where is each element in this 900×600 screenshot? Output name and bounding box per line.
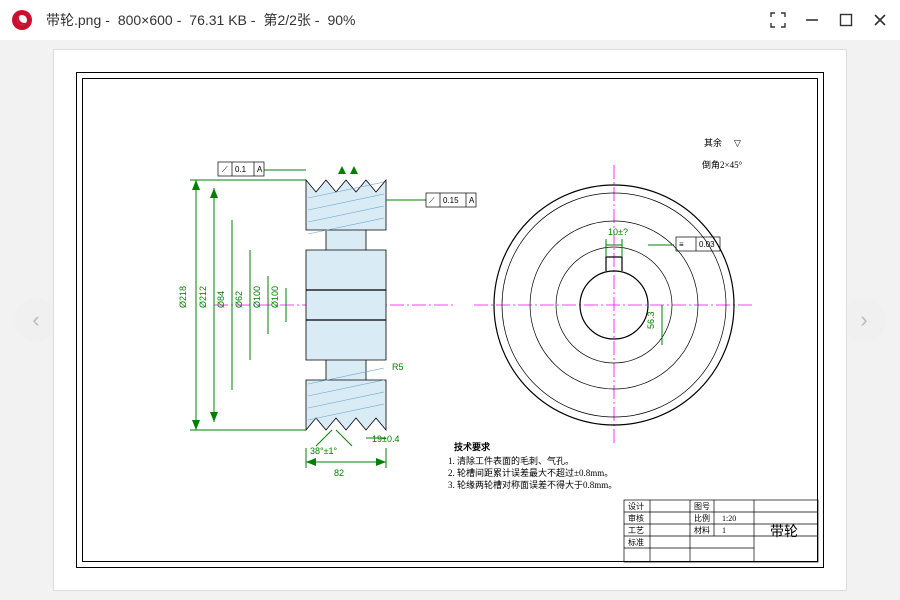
svg-text:▽: ▽ <box>734 138 741 148</box>
svg-text:38°±1°: 38°±1° <box>310 446 338 456</box>
svg-text:标准: 标准 <box>628 537 644 547</box>
tech-requirements: 技术要求 1. 清除工件表面的毛刺、气孔。 2. 轮槽间距累计误差最大不超过±0… <box>448 441 617 490</box>
svg-text:Ø62: Ø62 <box>234 291 244 308</box>
title-block: 设计 审核 工艺 标准 图号 比例 1:20 材料 1 带轮 <box>624 500 818 562</box>
svg-text:R5: R5 <box>392 362 404 372</box>
drawing-page: 其余 ▽ 倒角2×45° <box>54 50 846 590</box>
surface-note: 其余 <box>704 137 722 148</box>
svg-text:10±?: 10±? <box>608 227 628 237</box>
svg-text:1: 1 <box>722 526 726 535</box>
svg-text:56.3: 56.3 <box>646 311 656 329</box>
cad-drawing: 其余 ▽ 倒角2×45° <box>54 50 846 590</box>
gtol-right: ⟋ 0.15 A <box>386 193 476 207</box>
svg-text:图号: 图号 <box>694 502 710 511</box>
svg-text:⟋: ⟋ <box>429 196 435 205</box>
svg-text:0.03: 0.03 <box>699 240 715 249</box>
svg-text:A: A <box>257 165 263 174</box>
svg-text:0.1: 0.1 <box>235 165 247 174</box>
fullscreen-icon[interactable] <box>770 12 786 28</box>
svg-text:≡: ≡ <box>679 240 684 249</box>
close-icon[interactable] <box>872 12 888 28</box>
svg-text:Ø218: Ø218 <box>178 286 188 308</box>
svg-text:技术要求: 技术要求 <box>454 441 491 452</box>
svg-text:Ø100: Ø100 <box>270 286 280 308</box>
gtol-left: ⟋ 0.1 A <box>218 162 306 176</box>
svg-text:2. 轮槽间距累计误差最大不超过±0.8mm。: 2. 轮槽间距累计误差最大不超过±0.8mm。 <box>448 467 613 478</box>
minimize-icon[interactable] <box>804 12 820 28</box>
next-image-button[interactable]: › <box>842 298 886 342</box>
svg-text:1:20: 1:20 <box>722 514 736 523</box>
svg-text:Ø84: Ø84 <box>216 291 226 308</box>
svg-text:比例: 比例 <box>694 513 710 523</box>
svg-text:带轮: 带轮 <box>770 524 798 540</box>
svg-text:Ø212: Ø212 <box>198 286 208 308</box>
section-view: Ø218 Ø212 Ø84 Ø62 Ø100 Ø100 82 38°±1° 19… <box>178 162 476 478</box>
maximize-icon[interactable] <box>838 12 854 28</box>
svg-text:0.15: 0.15 <box>443 196 459 205</box>
window-titlebar: 带轮.png- 800×600- 76.31 KB- 第2/2张- 90% <box>0 0 900 40</box>
window-title: 带轮.png- 800×600- 76.31 KB- 第2/2张- 90% <box>42 10 360 30</box>
svg-text:审核: 审核 <box>628 513 644 523</box>
app-icon <box>12 10 32 30</box>
front-view: ≡ 0.03 10±? 56.3 <box>474 165 754 445</box>
svg-text:3. 轮缘两轮槽对称面误差不得大于0.8mm。: 3. 轮缘两轮槽对称面误差不得大于0.8mm。 <box>448 479 617 490</box>
chamfer-note: 倒角2×45° <box>702 159 743 170</box>
svg-text:82: 82 <box>334 468 344 478</box>
prev-image-button[interactable]: ‹ <box>14 298 58 342</box>
svg-text:材料: 材料 <box>694 525 710 535</box>
svg-text:19±0.4: 19±0.4 <box>372 434 399 444</box>
svg-text:工艺: 工艺 <box>628 526 644 535</box>
svg-text:1. 清除工件表面的毛刺、气孔。: 1. 清除工件表面的毛刺、气孔。 <box>448 455 574 466</box>
svg-text:设计: 设计 <box>628 501 644 511</box>
image-viewport: ‹ › 其余 ▽ 倒角2×45° <box>0 40 900 600</box>
svg-text:Ø100: Ø100 <box>252 286 262 308</box>
svg-text:A: A <box>469 196 475 205</box>
svg-text:⟋: ⟋ <box>222 165 228 174</box>
